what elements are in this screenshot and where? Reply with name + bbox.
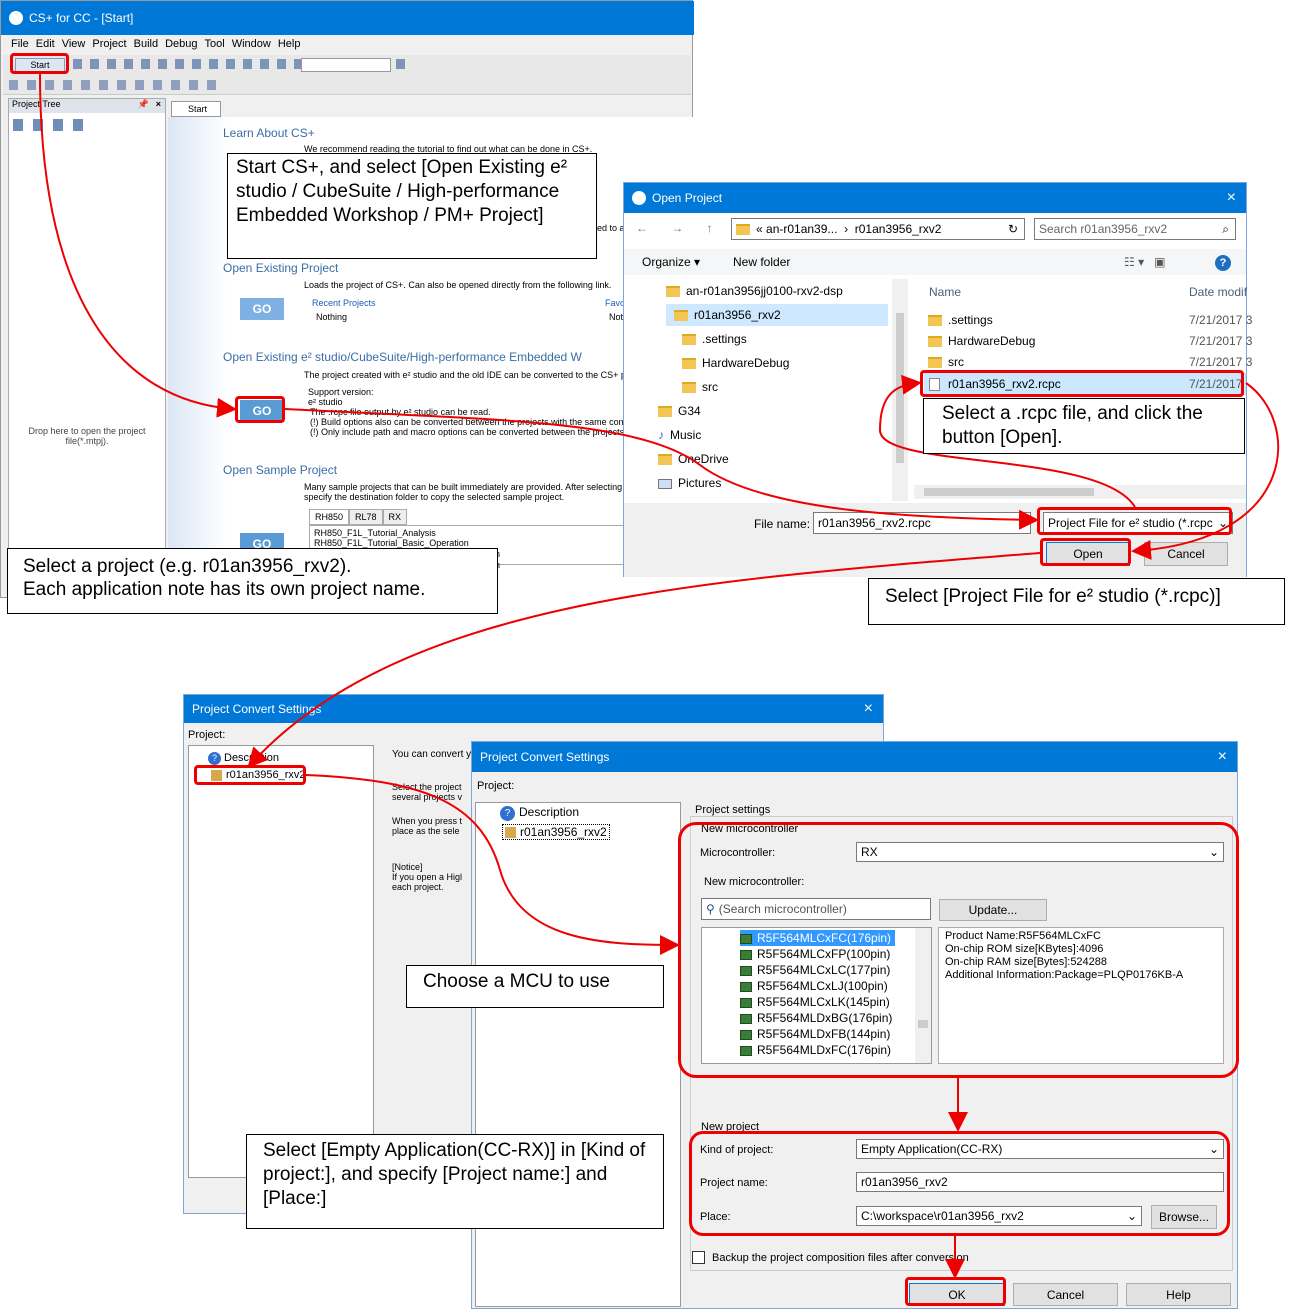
arrow-start-to-go <box>39 73 237 418</box>
callout-select-filetype: Select [Project File for e² studio (*.rc… <box>868 578 1285 625</box>
callout-empty-app: Select [Empty Application(CC-RX)] in [Ki… <box>246 1134 664 1229</box>
callout-start-cs: Start CS+, and select [Open Existing e² … <box>227 153 597 259</box>
callout-choose-mcu: Choose a MCU to use <box>406 965 664 1008</box>
arrows-layer <box>39 73 1280 1279</box>
callout-select-project: Select a project (e.g. r01an3956_rxv2). … <box>7 548 498 614</box>
callout-select-rcpc: Select a .rcpc file, and click the butto… <box>923 398 1245 454</box>
arrow-project-to-mcu <box>305 774 680 955</box>
